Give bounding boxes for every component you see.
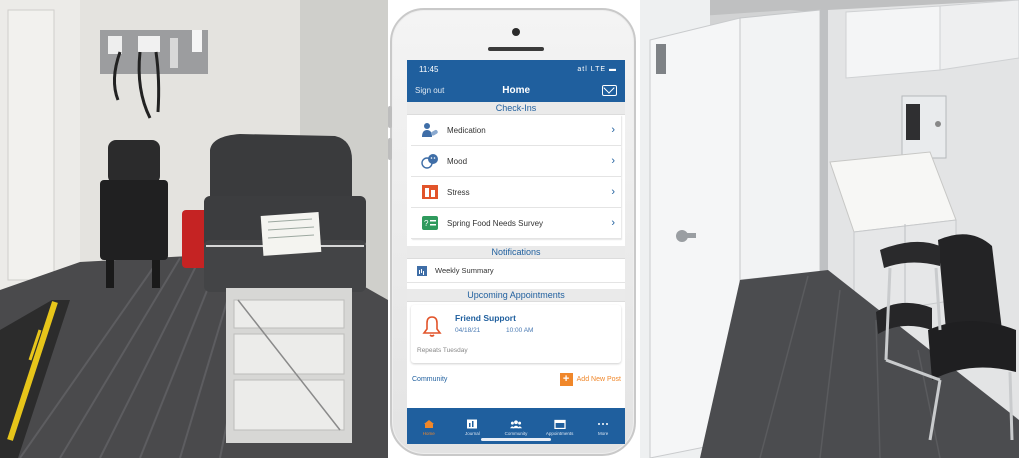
phone-volume-button	[388, 138, 392, 160]
more-icon	[597, 419, 609, 429]
svg-text:?: ?	[424, 219, 429, 228]
appointment-repeat: Repeats Tuesday	[417, 347, 468, 354]
chevron-right-icon: ›	[611, 186, 615, 198]
status-bar: 11:45 atl LTE ▬	[407, 60, 625, 78]
tab-label: Appointments	[545, 430, 574, 436]
community-label: Community	[412, 375, 448, 383]
checkins-heading: Check-Ins	[407, 102, 625, 115]
notification-label: Weekly Summary	[435, 266, 494, 275]
exam-room-photo	[0, 0, 388, 458]
status-time: 11:45	[419, 64, 439, 74]
mail-icon[interactable]	[602, 84, 617, 96]
bell-icon	[419, 313, 445, 339]
appointment-name: Friend Support	[455, 313, 516, 323]
appointment-card[interactable]: Friend Support 04/18/21 10:00 AM Repeats…	[411, 305, 621, 363]
bottom-tab-bar: Home Journal Community Appointments More	[407, 408, 625, 444]
tab-journal[interactable]: Journal	[453, 419, 491, 436]
community-icon	[509, 419, 522, 429]
app-header: 11:45 atl LTE ▬ Sign out Home	[407, 60, 625, 102]
checkin-label: Spring Food Needs Survey	[447, 218, 544, 228]
phone-mockup: 11:45 atl LTE ▬ Sign out Home Check-Ins …	[388, 8, 636, 456]
calendar-icon	[553, 419, 566, 429]
plus-icon: +	[559, 372, 573, 386]
add-new-post-label: Add New Post	[576, 375, 621, 383]
sign-out-link[interactable]: Sign out	[415, 86, 444, 95]
chevron-right-icon: ›	[611, 217, 615, 229]
clinic-hallway-photo	[640, 0, 1019, 458]
appointments-heading: Upcoming Appointments	[407, 289, 625, 302]
notification-weekly-summary[interactable]: Weekly Summary	[407, 259, 625, 283]
community-bar: Community + Add New Post	[407, 368, 625, 390]
home-indicator	[481, 438, 551, 441]
stress-icon	[421, 184, 439, 200]
appointment-date: 04/18/21	[455, 327, 481, 334]
app-screen: 11:45 atl LTE ▬ Sign out Home Check-Ins …	[407, 60, 625, 444]
tab-community[interactable]: Community	[497, 419, 535, 436]
chevron-right-icon: ›	[611, 155, 615, 167]
nav-row: Sign out Home	[407, 78, 625, 102]
mood-icon	[421, 153, 439, 169]
appointment-time: 10:00 AM	[506, 327, 534, 334]
tab-label: Home	[422, 430, 435, 436]
add-new-post-button[interactable]: + Add New Post	[559, 372, 621, 386]
checkin-label: Medication	[447, 125, 486, 135]
tab-appointments[interactable]: Appointments	[541, 419, 579, 436]
notifications-heading: Notifications	[407, 246, 625, 259]
phone-volume-button	[388, 106, 392, 128]
checkin-survey[interactable]: ? Spring Food Needs Survey ›	[411, 208, 621, 239]
checkin-stress[interactable]: Stress ›	[411, 177, 621, 208]
tab-label: Journal	[465, 430, 480, 436]
tab-home[interactable]: Home	[410, 419, 448, 436]
speaker-grille	[488, 47, 544, 51]
survey-icon: ?	[421, 215, 439, 231]
chevron-right-icon: ›	[611, 124, 615, 136]
signal-indicator: atl LTE ▬	[577, 65, 617, 73]
chart-icon	[417, 265, 427, 276]
checkin-medication[interactable]: Medication ›	[411, 115, 621, 146]
camera-dot	[512, 28, 520, 36]
home-icon	[423, 419, 435, 429]
journal-icon	[466, 419, 478, 429]
checkin-mood[interactable]: Mood ›	[411, 146, 621, 177]
page-title: Home	[502, 84, 531, 96]
checkin-label: Mood	[447, 156, 468, 166]
tab-more[interactable]: More	[584, 419, 622, 436]
checkin-label: Stress	[447, 187, 470, 197]
collage: 11:45 atl LTE ▬ Sign out Home Check-Ins …	[0, 0, 1019, 458]
tab-label: More	[598, 430, 609, 436]
tab-label: Community	[504, 430, 528, 436]
medication-icon	[421, 122, 439, 138]
